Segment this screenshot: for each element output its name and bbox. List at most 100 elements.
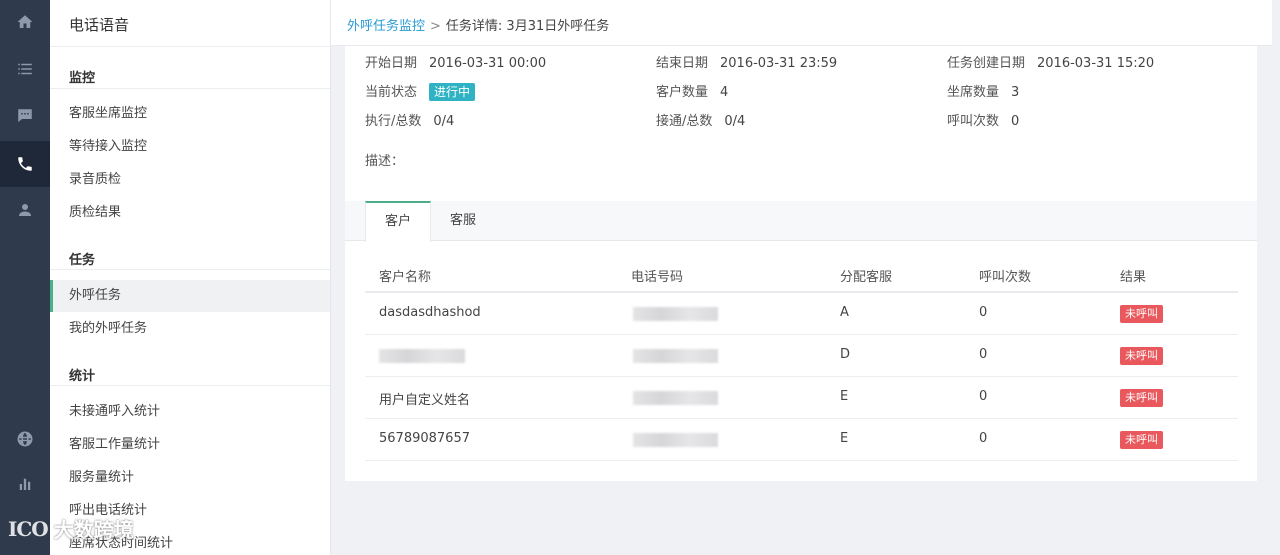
breadcrumb-current: 任务详情: 3月31日外呼任务	[445, 19, 610, 34]
globe-icon	[17, 431, 33, 447]
watermark: ICO 大数跨境	[8, 514, 134, 543]
cell-call-count: 0	[979, 347, 988, 362]
rail-globe[interactable]	[0, 417, 50, 461]
connected-label: 接通/总数	[656, 114, 713, 129]
watermark-text: 大数跨境	[53, 518, 134, 542]
customer-count-value: 4	[720, 85, 729, 100]
start-date-label: 开始日期	[365, 56, 418, 71]
redacted-customer-name	[379, 349, 465, 363]
sidebar-item-service-volume-stats[interactable]: 服务量统计	[50, 462, 330, 494]
sidebar-item-agent-workload-stats[interactable]: 客服工作量统计	[50, 429, 330, 461]
created-date-label: 任务创建日期	[947, 56, 1026, 71]
redacted-phone	[633, 349, 718, 363]
cell-call-count: 0	[979, 431, 988, 446]
cell-agent: E	[840, 389, 849, 404]
table-row[interactable]: 用户自定义姓名 E 0 未呼叫	[365, 377, 1238, 419]
executed-label: 执行/总数	[365, 114, 422, 129]
breadcrumb-bar: 外呼任务监控 > 任务详情: 3月31日外呼任务	[331, 0, 1272, 46]
end-date-value: 2016-03-31 23:59	[720, 56, 838, 71]
sidebar-item-outbound-tasks[interactable]: 外呼任务	[50, 280, 330, 312]
executed-field: 执行/总数 0/4	[365, 111, 454, 133]
start-date-value: 2016-03-31 00:00	[429, 56, 547, 71]
status-label: 当前状态	[365, 85, 418, 100]
executed-value: 0/4	[433, 114, 455, 129]
result-tag: 未呼叫	[1120, 431, 1163, 449]
connected-field: 接通/总数 0/4	[656, 111, 745, 133]
table-row[interactable]: D 0 未呼叫	[365, 335, 1238, 377]
redacted-phone	[633, 433, 718, 447]
tab-bar: 客户 客服	[345, 201, 1257, 242]
cell-customer-name: dasdasdhashod	[379, 305, 481, 320]
sidebar-title: 电话语音	[69, 16, 130, 34]
home-icon	[17, 15, 33, 28]
customer-count-field: 客户数量 4	[656, 82, 728, 104]
tab-agents[interactable]: 客服	[431, 201, 495, 241]
divider	[50, 269, 330, 270]
status-field: 当前状态 进行中	[365, 82, 476, 104]
rail-stats[interactable]	[0, 462, 50, 506]
section-heading-monitor: 监控	[69, 71, 96, 86]
list-icon	[18, 63, 32, 75]
breadcrumb: 外呼任务监控 > 任务详情: 3月31日外呼任务	[347, 15, 609, 34]
cell-call-count: 0	[979, 389, 988, 404]
created-date-field: 任务创建日期 2016-03-31 15:20	[947, 53, 1154, 75]
column-header-result: 结果	[1120, 270, 1147, 285]
table-row[interactable]: dasdasdhashod A 0 未呼叫	[365, 293, 1238, 335]
customer-count-label: 客户数量	[656, 85, 709, 100]
agent-count-field: 坐席数量 3	[947, 82, 1019, 104]
divider	[50, 46, 330, 47]
call-count-label: 呼叫次数	[947, 114, 1000, 129]
cell-customer-name: 用户自定义姓名	[379, 393, 471, 408]
sidebar-item-qa-results[interactable]: 质检结果	[50, 197, 330, 229]
column-header-name: 客户名称	[379, 270, 432, 285]
sidebar-item-my-outbound-tasks[interactable]: 我的外呼任务	[50, 313, 330, 345]
bar-chart-icon	[19, 478, 31, 490]
cell-agent: E	[840, 431, 849, 446]
cell-customer-name: 56789087657	[379, 431, 470, 446]
result-tag: 未呼叫	[1120, 347, 1163, 365]
info-row: 执行/总数 0/4 接通/总数 0/4 呼叫次数 0	[365, 111, 1257, 133]
end-date-label: 结束日期	[656, 56, 709, 71]
rail-chat[interactable]	[0, 94, 50, 138]
breadcrumb-separator: >	[430, 19, 441, 34]
user-icon	[19, 204, 31, 216]
call-count-field: 呼叫次数 0	[947, 111, 1019, 133]
breadcrumb-link-outbound-monitor[interactable]: 外呼任务监控	[347, 19, 425, 34]
icon-rail	[0, 0, 50, 555]
redacted-phone	[633, 307, 718, 321]
tab-customers[interactable]: 客户	[365, 201, 431, 242]
sidebar-item-queue-monitor[interactable]: 等待接入监控	[50, 131, 330, 163]
divider	[50, 385, 330, 386]
section-heading-stats: 统计	[69, 369, 96, 384]
watermark-logo: ICO	[8, 516, 49, 541]
result-tag: 未呼叫	[1120, 305, 1163, 323]
sidebar-item-recording-qa[interactable]: 录音质检	[50, 164, 330, 196]
cell-agent: D	[840, 347, 851, 362]
sidebar-item-agent-monitor[interactable]: 客服坐席监控	[50, 98, 330, 130]
table-row[interactable]: 56789087657 E 0 未呼叫	[365, 419, 1238, 461]
divider	[50, 88, 330, 89]
agent-count-label: 坐席数量	[947, 85, 1000, 100]
table-header: 客户名称 电话号码 分配客服 呼叫次数 结果	[365, 256, 1238, 293]
call-count-value: 0	[1011, 114, 1020, 129]
rail-list[interactable]	[0, 47, 50, 91]
customer-table: 客户名称 电话号码 分配客服 呼叫次数 结果 dasdasdhashod A 0…	[365, 256, 1238, 461]
rail-home[interactable]	[0, 0, 50, 44]
description-label: 描述：	[365, 154, 405, 169]
column-header-calls: 呼叫次数	[979, 270, 1032, 285]
sidebar-item-missed-inbound-stats[interactable]: 未接通呼入统计	[50, 396, 330, 428]
agent-count-value: 3	[1011, 85, 1020, 100]
info-row: 开始日期 2016-03-31 00:00 结束日期 2016-03-31 23:5…	[365, 53, 1257, 75]
cell-agent: A	[840, 305, 849, 320]
phone-icon	[18, 157, 32, 171]
task-detail-card: 开始日期 2016-03-31 00:00 结束日期 2016-03-31 23:5…	[345, 46, 1257, 481]
section-heading-tasks: 任务	[69, 253, 96, 268]
column-header-agent: 分配客服	[840, 270, 893, 285]
end-date-field: 结束日期 2016-03-31 23:59	[656, 53, 837, 75]
rail-user[interactable]	[0, 188, 50, 232]
start-date-field: 开始日期 2016-03-31 00:00	[365, 53, 546, 75]
sidebar: 电话语音 监控 客服坐席监控 等待接入监控 录音质检 质检结果 任务 外呼任务 …	[50, 0, 331, 555]
status-badge: 进行中	[429, 83, 476, 101]
chat-icon	[18, 109, 32, 122]
rail-phone[interactable]	[0, 141, 50, 187]
